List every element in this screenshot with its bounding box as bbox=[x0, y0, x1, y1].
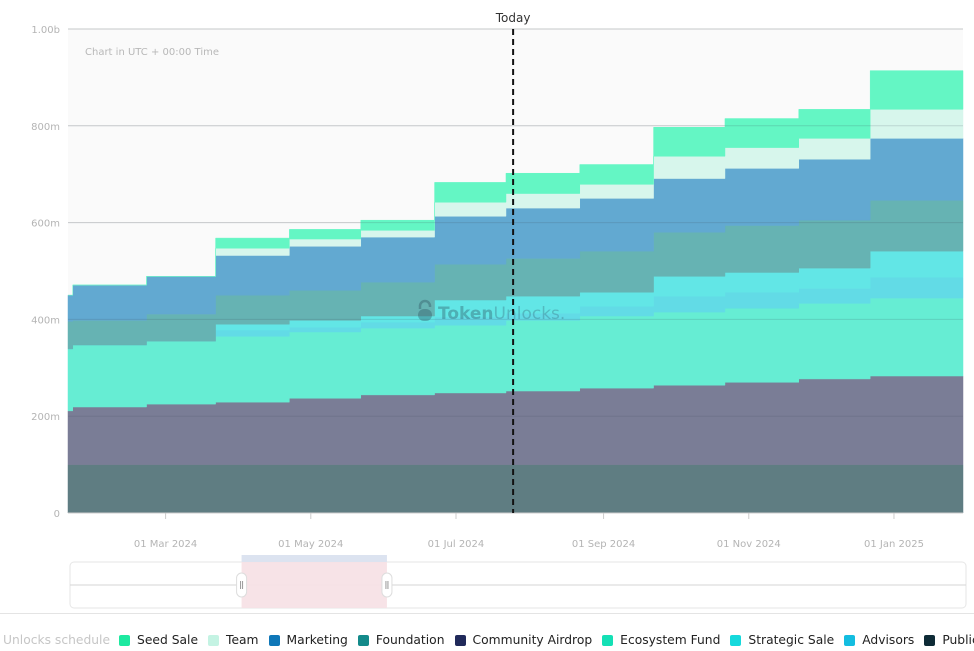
today-label: Today bbox=[495, 11, 531, 25]
range-navigator[interactable] bbox=[70, 555, 966, 608]
x-tick-label: 01 May 2024 bbox=[278, 539, 343, 550]
legend-label: Advisors bbox=[862, 633, 914, 647]
legend-label: Marketing bbox=[287, 633, 348, 647]
unlock-chart: 0 200m 400m 600m 800m 1.00b 01 Mar 2024 01 May… bbox=[0, 0, 974, 612]
navigator-handle-right[interactable] bbox=[382, 573, 392, 597]
legend-item-team[interactable]: Team bbox=[208, 633, 259, 647]
y-tick-label: 0 bbox=[54, 509, 60, 520]
legend-item-strategic-sale[interactable]: Strategic Sale bbox=[730, 633, 834, 647]
y-tick-label: 600m bbox=[31, 219, 60, 230]
x-axis: 01 Mar 2024 01 May 2024 01 Jul 2024 01 Sep … bbox=[68, 513, 963, 550]
watermark-light: Unlocks. bbox=[494, 304, 566, 324]
legend-swatch bbox=[602, 635, 613, 646]
legend-label: Seed Sale bbox=[137, 633, 198, 647]
legend-label: Community Airdrop bbox=[473, 633, 593, 647]
legend-swatch bbox=[730, 635, 741, 646]
x-tick-label: 01 Jan 2025 bbox=[864, 539, 924, 550]
y-axis: 0 200m 400m 600m 800m 1.00b bbox=[31, 25, 60, 520]
navigator-selected-range[interactable] bbox=[242, 562, 387, 608]
svg-text:TokenUnlocks.: TokenUnlocks. bbox=[438, 304, 565, 324]
legend-divider bbox=[0, 613, 974, 614]
y-tick-label: 400m bbox=[31, 315, 60, 326]
legend-label: Public Sale bbox=[942, 633, 974, 647]
y-tick-label: 1.00b bbox=[31, 25, 60, 36]
legend-label: Strategic Sale bbox=[748, 633, 834, 647]
legend-swatch bbox=[358, 635, 369, 646]
legend-label: Team bbox=[226, 633, 259, 647]
legend-swatch bbox=[208, 635, 219, 646]
legend-item-community-airdrop[interactable]: Community Airdrop bbox=[455, 633, 593, 647]
legend-swatch bbox=[924, 635, 935, 646]
legend-item-ecosystem-fund[interactable]: Ecosystem Fund bbox=[602, 633, 720, 647]
legend-item-advisors[interactable]: Advisors bbox=[844, 633, 914, 647]
legend-item-seed-sale[interactable]: Seed Sale bbox=[119, 633, 198, 647]
timezone-note: Chart in UTC + 00:00 Time bbox=[85, 47, 219, 58]
navigator-handle-left[interactable] bbox=[237, 573, 247, 597]
y-tick-label: 800m bbox=[31, 122, 60, 133]
legend-swatch bbox=[269, 635, 280, 646]
navigator-scrollbar[interactable] bbox=[242, 555, 387, 562]
y-tick-label: 200m bbox=[31, 412, 60, 423]
x-tick-label: 01 Jul 2024 bbox=[428, 539, 485, 550]
watermark-bold: Token bbox=[438, 304, 494, 324]
legend: Unlocks schedule Seed Sale Team Marketing F… bbox=[0, 629, 974, 651]
legend-title: Unlocks schedule bbox=[3, 633, 110, 647]
legend-item-foundation[interactable]: Foundation bbox=[358, 633, 445, 647]
legend-swatch bbox=[455, 635, 466, 646]
legend-item-public-sale[interactable]: Public Sale bbox=[924, 633, 974, 647]
watermark: TokenUnlocks. bbox=[418, 301, 565, 324]
x-tick-label: 01 Mar 2024 bbox=[134, 539, 197, 550]
x-tick-label: 01 Sep 2024 bbox=[572, 539, 635, 550]
x-tick-label: 01 Nov 2024 bbox=[717, 539, 781, 550]
legend-label: Foundation bbox=[376, 633, 445, 647]
legend-swatch bbox=[844, 635, 855, 646]
area-public-sale[interactable] bbox=[68, 465, 963, 513]
legend-swatch bbox=[119, 635, 130, 646]
legend-label: Ecosystem Fund bbox=[620, 633, 720, 647]
legend-item-marketing[interactable]: Marketing bbox=[269, 633, 348, 647]
